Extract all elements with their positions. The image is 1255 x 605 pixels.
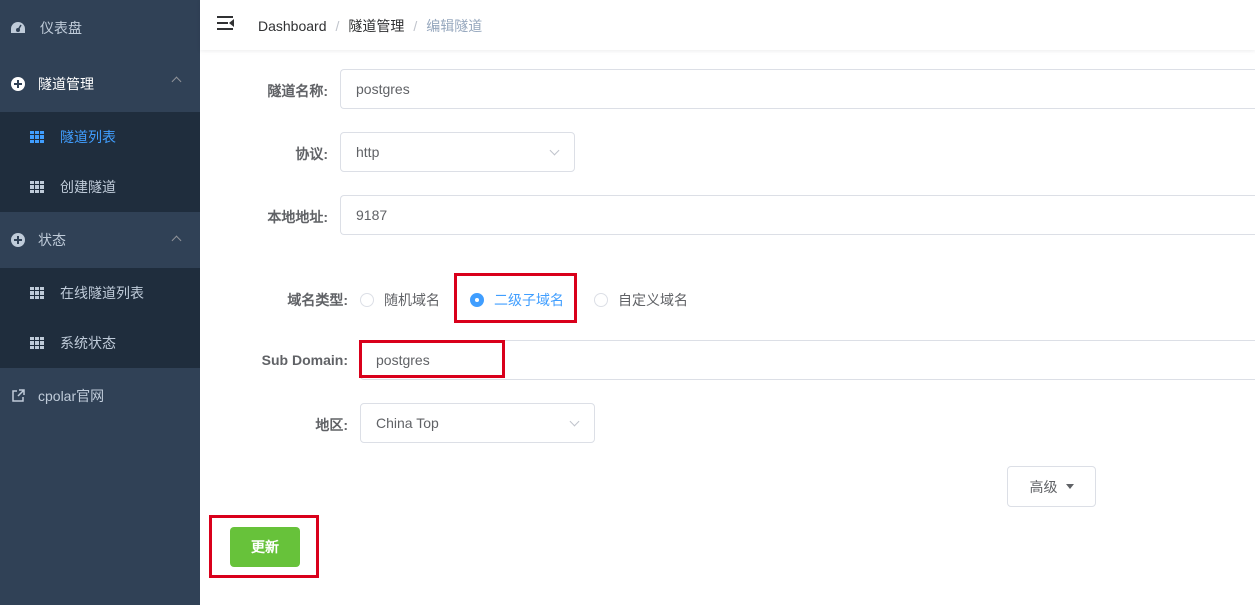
- local-addr-input[interactable]: 9187: [340, 195, 1255, 235]
- sidebar-item-label: 仪表盘: [40, 20, 82, 36]
- radio-circle: [360, 293, 374, 307]
- region-value: China Top: [376, 415, 439, 431]
- sidebar-item-label: 在线隧道列表: [60, 285, 144, 301]
- table-icon: [30, 287, 44, 299]
- radio-label: 随机域名: [384, 292, 440, 308]
- radio-subdomain[interactable]: 二级子域名: [470, 290, 564, 310]
- sidebar-toggle-icon[interactable]: [217, 16, 234, 30]
- caret-down-icon: [1065, 484, 1074, 489]
- tunnel-name-value: postgres: [356, 81, 410, 97]
- breadcrumb-item[interactable]: 隧道管理: [348, 16, 404, 36]
- table-icon: [30, 181, 44, 193]
- sub-domain-input[interactable]: postgres: [360, 340, 1255, 380]
- table-icon: [30, 337, 44, 349]
- chevron-up-icon: [171, 235, 182, 246]
- radio-label: 二级子域名: [494, 292, 564, 308]
- advanced-label: 高级: [1029, 478, 1058, 495]
- breadcrumb-separator: /: [413, 18, 418, 34]
- region-select[interactable]: China Top: [360, 403, 595, 443]
- radio-circle: [594, 293, 608, 307]
- sidebar-item-create-tunnel[interactable]: 创建隧道: [0, 162, 200, 212]
- local-addr-value: 9187: [356, 207, 388, 223]
- sidebar-item-system-status[interactable]: 系统状态: [0, 318, 200, 368]
- sidebar: 仪表盘 隧道管理 隧道列表 创建隧道 状态 在线隧道列表 系统状态 cpolar…: [0, 0, 200, 605]
- chevron-up-icon: [171, 76, 182, 87]
- sidebar-item-label: cpolar官网: [38, 388, 105, 404]
- breadcrumb-item-current: 编辑隧道: [426, 18, 483, 34]
- tunnel-name-label: 隧道名称:: [267, 83, 328, 99]
- sidebar-item-tunnel-list[interactable]: 隧道列表: [0, 112, 200, 162]
- sidebar-item-label: 系统状态: [60, 335, 116, 351]
- radio-label: 自定义域名: [618, 292, 688, 308]
- breadcrumb-separator: /: [335, 18, 340, 34]
- sub-domain-label: Sub Domain:: [261, 352, 348, 368]
- breadcrumb: Dashboard / 隧道管理 / 编辑隧道: [258, 16, 482, 36]
- local-addr-label: 本地地址:: [267, 209, 328, 225]
- table-icon: [30, 131, 44, 143]
- sub-domain-value: postgres: [376, 352, 430, 368]
- protocol-value: http: [356, 144, 380, 160]
- chevron-down-icon: [549, 145, 560, 156]
- sidebar-item-dashboard[interactable]: 仪表盘: [0, 0, 200, 56]
- sidebar-submenu-label: 状态: [38, 232, 66, 248]
- radio-circle: [470, 293, 484, 307]
- protocol-label: 协议:: [295, 146, 328, 162]
- speedometer-icon: [10, 20, 26, 36]
- advanced-dropdown-button[interactable]: 高级: [1007, 466, 1096, 507]
- update-label: 更新: [251, 539, 279, 555]
- sidebar-item-online-tunnels[interactable]: 在线隧道列表: [0, 268, 200, 318]
- plus-circle-icon: [10, 232, 26, 248]
- radio-custom-domain[interactable]: 自定义域名: [594, 290, 688, 310]
- plus-circle-icon: [10, 76, 26, 92]
- sidebar-item-label: 创建隧道: [60, 179, 116, 195]
- submenu-tunnel-mgmt: 隧道列表 创建隧道: [0, 112, 200, 212]
- chevron-down-icon: [569, 416, 580, 427]
- radio-random-domain[interactable]: 随机域名: [360, 290, 440, 310]
- submenu-status: 在线隧道列表 系统状态: [0, 268, 200, 368]
- sidebar-item-label: 隧道列表: [60, 129, 116, 145]
- sidebar-submenu-tunnel-mgmt[interactable]: 隧道管理: [0, 56, 200, 112]
- domain-type-label: 域名类型:: [287, 292, 348, 308]
- breadcrumb-item[interactable]: Dashboard: [258, 18, 327, 34]
- region-label: 地区:: [315, 417, 348, 433]
- sidebar-submenu-label: 隧道管理: [38, 76, 94, 92]
- navbar: Dashboard / 隧道管理 / 编辑隧道: [200, 0, 1255, 50]
- protocol-select[interactable]: http: [340, 132, 575, 172]
- sidebar-submenu-status[interactable]: 状态: [0, 212, 200, 268]
- update-button[interactable]: 更新: [230, 527, 300, 567]
- tunnel-name-input[interactable]: postgres: [340, 69, 1255, 109]
- external-link-icon: [10, 388, 26, 404]
- sidebar-item-official-site[interactable]: cpolar官网: [0, 368, 200, 424]
